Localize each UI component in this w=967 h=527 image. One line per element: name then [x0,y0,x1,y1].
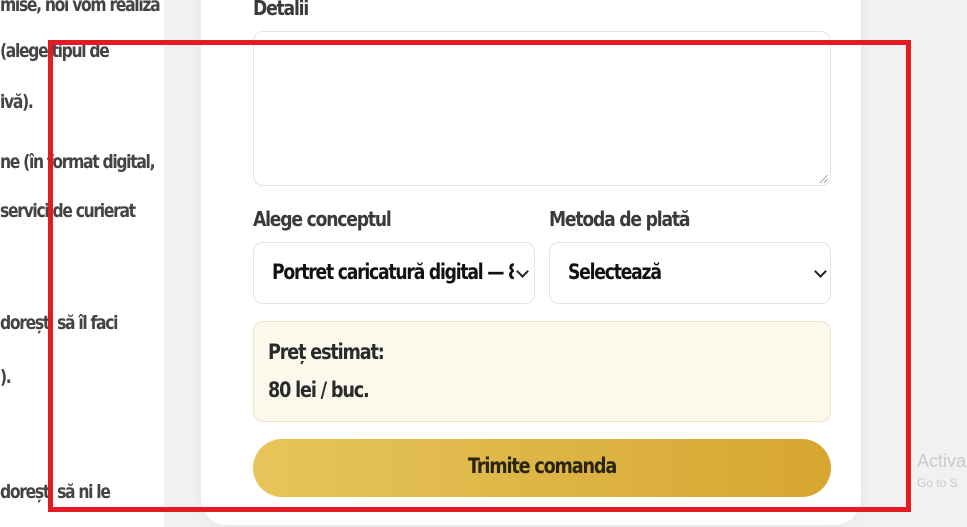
background-text-column: mise, noi vom realiza (alege tipul de iv… [0,0,164,527]
background-text-line: dorești să ni le [0,481,111,503]
submit-order-button[interactable]: Trimite comanda [253,439,831,497]
chevron-down-icon [516,265,529,278]
price-value: 80 lei / buc. [268,378,370,402]
payment-method-label: Metoda de plată [549,207,690,231]
background-text-line: (alege tipul de [0,40,110,62]
activation-watermark-title: Activa [917,451,967,471]
submit-order-label: Trimite comanda [467,454,617,478]
chevron-down-icon [814,265,827,278]
details-label: Detalii [253,0,309,20]
payment-selected-value: Selectează [568,260,662,284]
concept-label: Alege conceptul [253,207,392,231]
concept-selected-value: Portret caricatură digital — 80 lei / bu… [272,260,514,284]
resize-grip-icon[interactable] [820,175,828,183]
concept-select[interactable]: Portret caricatură digital — 80 lei / bu… [253,242,535,304]
background-text-line: ne (în format digital, [0,151,156,173]
background-text-line: mise, noi vom realiza [0,0,161,16]
background-text-line: dorești să îl faci [0,312,118,334]
background-text-line: servici de curierat [0,200,136,222]
price-estimate-box: Preț estimat: 80 lei / buc. [253,321,831,422]
background-text-line: ). [0,366,12,388]
details-textarea[interactable] [253,31,831,186]
concept-select-arrow-area [514,243,534,303]
activation-watermark-subtitle: Go to S [917,476,958,490]
payment-method-select[interactable]: Selectează [549,242,831,304]
background-text-line: ivă). [0,91,34,113]
price-label: Preț estimat: [268,340,385,364]
